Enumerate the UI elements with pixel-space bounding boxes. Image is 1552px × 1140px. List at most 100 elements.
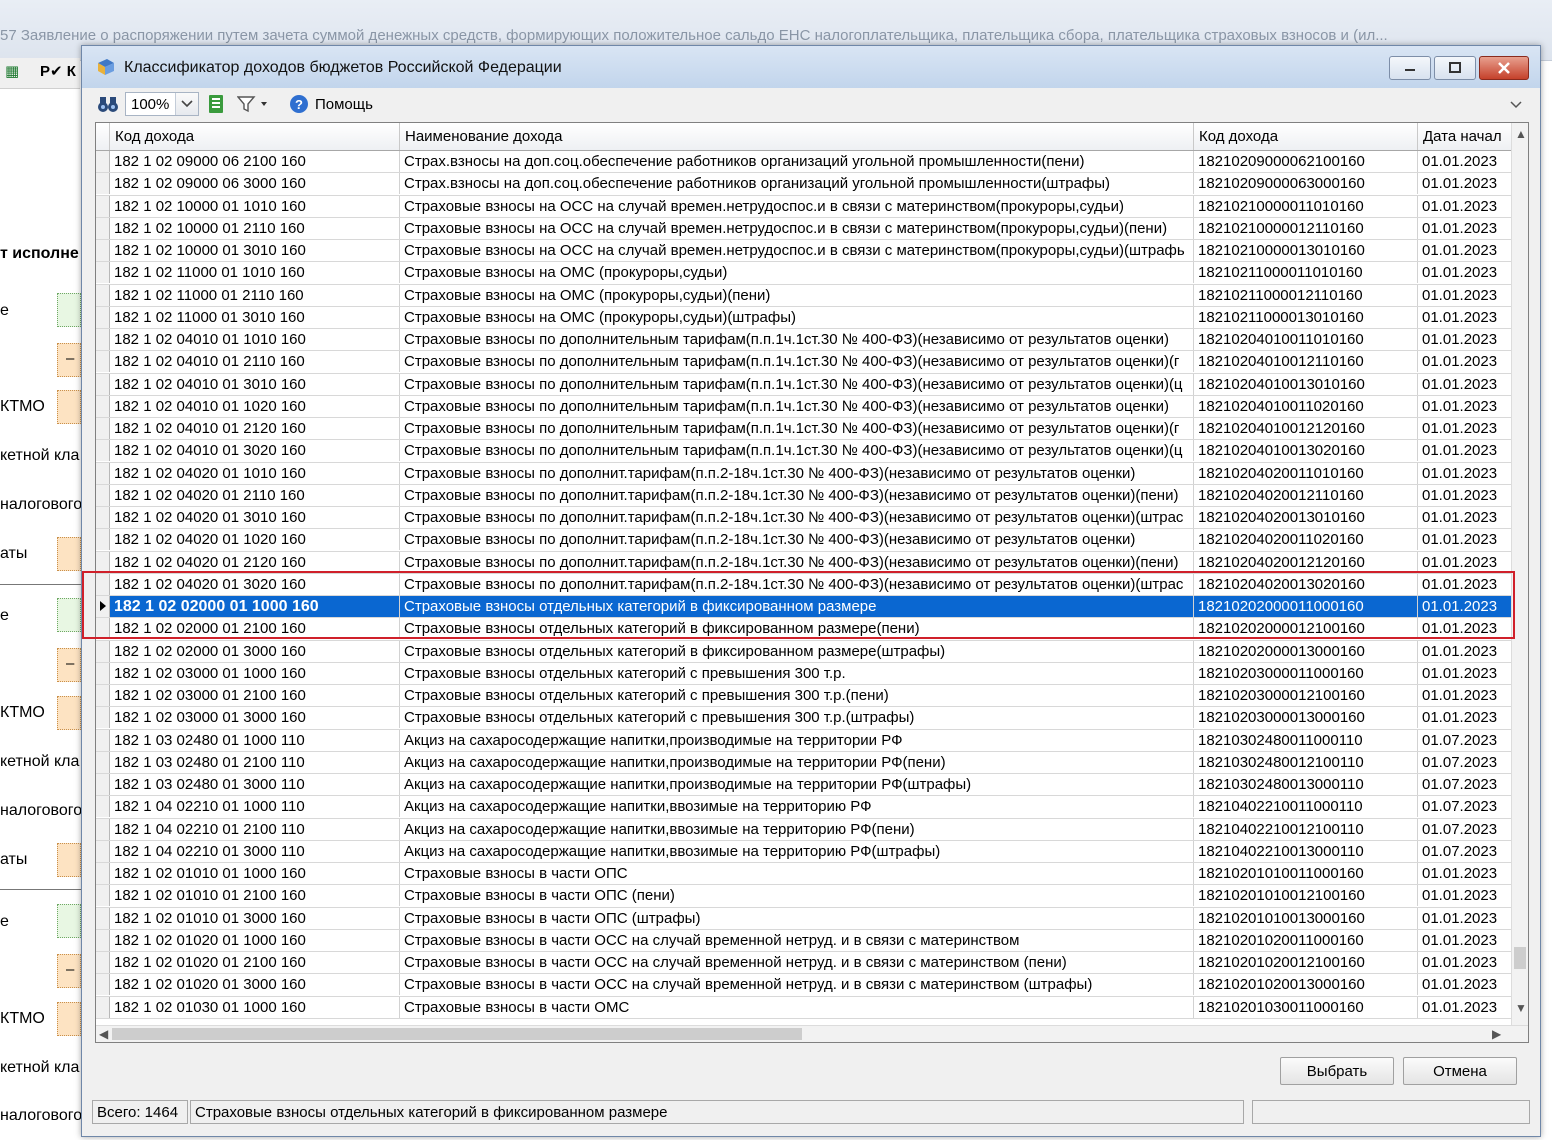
collapse-toolbar-icon[interactable] bbox=[1509, 99, 1523, 111]
table-row[interactable]: 182 1 02 04010 01 1010 160 Страховые взно… bbox=[96, 329, 1512, 352]
background-orange-field[interactable] bbox=[57, 843, 81, 877]
dialog-titlebar[interactable]: Классификатор доходов бюджетов Российско… bbox=[82, 46, 1540, 88]
table-row[interactable]: 182 1 04 02210 01 3000 110 Акциз на сахар… bbox=[96, 840, 1512, 863]
background-orange-field[interactable]: – bbox=[57, 648, 81, 682]
cell-date: 01.01.2023 bbox=[1422, 865, 1498, 882]
background-green-field[interactable] bbox=[57, 904, 81, 938]
zoom-dropdown-arrow[interactable] bbox=[175, 93, 198, 115]
table-row[interactable]: 182 1 02 09000 06 3000 160 Страх.взносы н… bbox=[96, 173, 1512, 196]
help-label[interactable]: Помощь bbox=[315, 96, 373, 113]
zoom-select[interactable]: 100% bbox=[125, 92, 199, 116]
background-green-field[interactable] bbox=[57, 598, 81, 632]
help-icon[interactable]: ? bbox=[289, 94, 309, 114]
table-row[interactable]: 182 1 02 04020 01 1010 160 Страховые взно… bbox=[96, 462, 1512, 485]
income-codes-grid[interactable]: Код дохода Наименование дохода Код доход… bbox=[95, 122, 1529, 1043]
cell-name: Страховые взносы по дополнит.тарифам(п.п… bbox=[400, 573, 1194, 595]
filter-icon[interactable] bbox=[237, 95, 271, 113]
cancel-button[interactable]: Отмена bbox=[1403, 1057, 1517, 1085]
table-row[interactable]: 182 1 04 02210 01 2100 110 Акциз на сахар… bbox=[96, 818, 1512, 841]
vertical-scrollbar[interactable]: ▲ ▼ bbox=[1511, 123, 1528, 1026]
close-button[interactable] bbox=[1479, 56, 1529, 80]
table-row[interactable]: 182 1 02 01020 01 1000 160 Страховые взно… bbox=[96, 929, 1512, 952]
background-orange-field[interactable] bbox=[57, 696, 81, 730]
table-row[interactable]: 182 1 02 02000 01 2100 160 Страховые взно… bbox=[96, 618, 1512, 641]
table-row[interactable]: 182 1 02 03000 01 2100 160 Страховые взно… bbox=[96, 685, 1512, 708]
column-header-date[interactable]: Дата начал bbox=[1418, 123, 1512, 150]
table-row[interactable]: 182 1 02 01010 01 1000 160 Страховые взно… bbox=[96, 863, 1512, 886]
background-orange-field[interactable] bbox=[57, 537, 81, 571]
table-row[interactable]: 182 1 02 04010 01 2120 160 Страховые взно… bbox=[96, 418, 1512, 441]
status-total: Всего: 1464 bbox=[92, 1100, 188, 1124]
table-row[interactable]: 182 1 03 02480 01 2100 110 Акциз на сахар… bbox=[96, 751, 1512, 774]
cell-name: Страховые взносы на ОМС (прокуроры,судьи… bbox=[400, 262, 1194, 284]
column-header-kod[interactable]: Код дохода bbox=[1194, 123, 1418, 150]
table-row[interactable]: 182 1 02 04020 01 1020 160 Страховые взно… bbox=[96, 529, 1512, 552]
table-row[interactable]: 182 1 02 09000 06 2100 160 Страх.взносы н… bbox=[96, 151, 1512, 174]
table-row[interactable]: 182 1 02 01010 01 3000 160 Страховые взно… bbox=[96, 907, 1512, 930]
table-row[interactable]: 182 1 02 01030 01 1000 160 Страховые взно… bbox=[96, 996, 1512, 1019]
column-header-code[interactable]: Код дохода bbox=[110, 123, 400, 150]
scroll-right-icon[interactable]: ▶ bbox=[1492, 1027, 1501, 1041]
table-row[interactable]: 182 1 02 03000 01 3000 160 Страховые взно… bbox=[96, 707, 1512, 730]
cell-date: 01.01.2023 bbox=[1422, 598, 1498, 615]
table-row[interactable]: 182 1 02 11000 01 2110 160 Страховые взно… bbox=[96, 284, 1512, 307]
minimize-button[interactable] bbox=[1389, 56, 1431, 80]
table-row[interactable]: 182 1 02 03000 01 1000 160 Страховые взно… bbox=[96, 662, 1512, 685]
background-orange-field[interactable] bbox=[57, 1002, 81, 1036]
cell-name: Страховые взносы в части ОСС на случай в… bbox=[400, 929, 1194, 951]
table-row[interactable]: 182 1 02 01020 01 3000 160 Страховые взно… bbox=[96, 974, 1512, 997]
vertical-scroll-thumb[interactable] bbox=[1514, 947, 1526, 969]
table-row[interactable]: 182 1 03 02480 01 3000 110 Акциз на сахар… bbox=[96, 774, 1512, 797]
select-button[interactable]: Выбрать bbox=[1280, 1057, 1394, 1085]
excel-icon[interactable]: ▦ bbox=[5, 62, 19, 80]
row-indicator bbox=[96, 173, 110, 195]
cell-date: 01.01.2023 bbox=[1422, 286, 1498, 304]
background-green-field[interactable] bbox=[57, 293, 81, 327]
table-row[interactable]: 182 1 02 10000 01 1010 160 Страховые взно… bbox=[96, 195, 1512, 218]
cell-kod: 18210204010013020160 bbox=[1194, 440, 1418, 462]
cell-kod: 18210302480012100110 bbox=[1194, 751, 1418, 773]
background-dash: – bbox=[66, 655, 75, 672]
table-row[interactable]: 182 1 02 04020 01 3010 160 Страховые взно… bbox=[96, 507, 1512, 530]
export-excel-icon[interactable] bbox=[207, 94, 227, 114]
table-row[interactable]: 182 1 02 04020 01 2120 160 Страховые взно… bbox=[96, 551, 1512, 574]
column-header-name[interactable]: Наименование дохода bbox=[400, 123, 1194, 150]
cell-name: Страх.взносы на доп.соц.обеспечение рабо… bbox=[400, 173, 1194, 195]
table-row[interactable]: 182 1 02 11000 01 1010 160 Страховые взно… bbox=[96, 262, 1512, 285]
table-row[interactable]: 182 1 02 04020 01 2110 160 Страховые взно… bbox=[96, 484, 1512, 507]
table-row[interactable]: 182 1 02 01020 01 2100 160 Страховые взно… bbox=[96, 952, 1512, 975]
table-row[interactable]: 182 1 04 02210 01 1000 110 Акциз на сахар… bbox=[96, 796, 1512, 819]
table-row[interactable]: 182 1 02 04020 01 3020 160 Страховые взно… bbox=[96, 573, 1512, 596]
table-row[interactable]: 182 1 02 04010 01 2110 160 Страховые взно… bbox=[96, 351, 1512, 374]
table-row[interactable]: 182 1 02 10000 01 3010 160 Страховые взно… bbox=[96, 240, 1512, 263]
table-row[interactable]: 182 1 02 10000 01 2110 160 Страховые взно… bbox=[96, 217, 1512, 240]
table-row[interactable]: 182 1 02 02000 01 1000 160 Страховые взно… bbox=[96, 596, 1512, 619]
background-orange-field[interactable]: – bbox=[57, 343, 81, 377]
table-row[interactable]: 182 1 02 04010 01 3020 160 Страховые взно… bbox=[96, 440, 1512, 463]
row-indicator bbox=[96, 262, 110, 284]
background-dash: – bbox=[66, 350, 75, 367]
background-orange-field[interactable] bbox=[57, 390, 81, 424]
table-row[interactable]: 182 1 02 02000 01 3000 160 Страховые взно… bbox=[96, 640, 1512, 663]
scroll-left-icon[interactable]: ◀ bbox=[99, 1027, 108, 1041]
scroll-up-icon[interactable]: ▲ bbox=[1515, 127, 1527, 141]
background-orange-field[interactable]: – bbox=[57, 954, 81, 988]
dialog-toolbar: 100% ? Помощь bbox=[82, 90, 1540, 118]
table-row[interactable]: 182 1 03 02480 01 1000 110 Акциз на сахар… bbox=[96, 729, 1512, 752]
scroll-down-icon[interactable]: ▼ bbox=[1515, 1001, 1527, 1015]
table-row[interactable]: 182 1 02 04010 01 3010 160 Страховые взно… bbox=[96, 373, 1512, 396]
horizontal-scroll-thumb[interactable] bbox=[112, 1028, 802, 1040]
grid-rows: 182 1 02 09000 06 2100 160 Страх.взносы н… bbox=[96, 151, 1512, 1019]
cell-name: Страховые взносы по дополнительным тариф… bbox=[400, 418, 1194, 439]
maximize-button[interactable] bbox=[1434, 56, 1476, 80]
table-row[interactable]: 182 1 02 11000 01 3010 160 Страховые взно… bbox=[96, 306, 1512, 329]
binoculars-icon[interactable] bbox=[97, 94, 119, 114]
row-indicator bbox=[96, 284, 110, 306]
cell-kod: 18210203000011000160 bbox=[1194, 662, 1418, 684]
table-row[interactable]: 182 1 02 01010 01 2100 160 Страховые взно… bbox=[96, 885, 1512, 908]
background-toolbar-text[interactable]: Р✔ К bbox=[40, 62, 76, 80]
cell-code: 182 1 02 11000 01 2110 160 bbox=[110, 284, 400, 306]
table-row[interactable]: 182 1 02 04010 01 1020 160 Страховые взно… bbox=[96, 395, 1512, 418]
horizontal-scrollbar[interactable]: ◀ ▶ bbox=[96, 1025, 1528, 1042]
cell-name: Страховые взносы по дополнительным тариф… bbox=[400, 440, 1194, 462]
